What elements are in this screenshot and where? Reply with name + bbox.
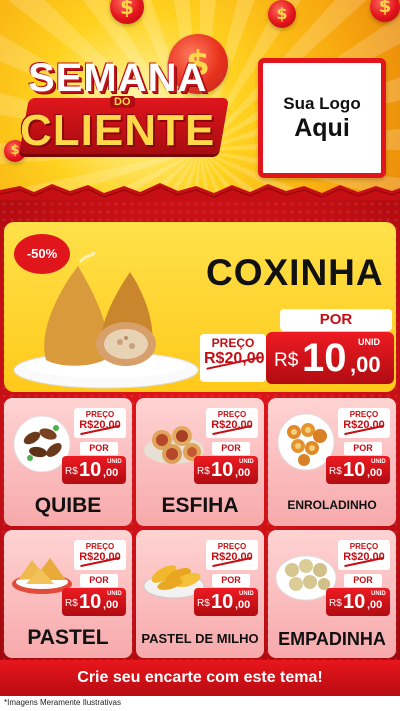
currency-symbol: R$ — [197, 466, 210, 477]
unit-label: UNID — [358, 337, 380, 347]
preco-label: PREÇO — [211, 336, 255, 350]
price-cents: ,00 — [235, 599, 251, 611]
campaign-title: SEMANA DO CLIENTE — [14, 56, 236, 168]
unit-label: UNID — [371, 459, 386, 465]
price-cents: ,00 — [103, 467, 119, 479]
currency-symbol: R$ — [65, 466, 78, 477]
discount-badge: -50% — [14, 234, 70, 274]
product-name: PASTEL DE MILHO — [141, 631, 259, 646]
new-price-tag: R$ 10 ,00 UNID — [266, 332, 394, 384]
unit-label: UNID — [371, 591, 386, 597]
product-card-pastel[interactable]: PREÇO R$20,00 POR R$ 10 ,00 UNID PASTEL — [4, 530, 132, 658]
preco-label: PREÇO — [349, 410, 379, 419]
old-price-tag: PREÇO R$20,00 — [74, 540, 126, 570]
title-semana: SEMANA — [28, 56, 208, 100]
old-price-tag: PREÇO R$20,00 — [74, 408, 126, 438]
price-integer: 10 — [211, 459, 234, 481]
product-name: ENROLADINHO — [287, 498, 377, 512]
new-price-tag: R$ 10 ,00 UNID — [62, 588, 126, 616]
currency-symbol: R$ — [65, 598, 78, 609]
price-cents: ,00 — [103, 599, 119, 611]
price-integer: 10 — [79, 459, 102, 481]
preco-label: PREÇO — [85, 542, 115, 551]
por-label: POR — [212, 574, 250, 587]
logo-line2: Aqui — [294, 113, 350, 142]
old-price-tag: PREÇO R$20,00 — [200, 334, 266, 382]
header-banner: $ $ $ $ $ SEMANA DO CLIENTE Sua Logo Aqu… — [0, 0, 400, 200]
old-price-tag: PREÇO R$20,00 — [206, 540, 258, 570]
preco-label: PREÇO — [217, 542, 247, 551]
title-cliente: CLIENTE — [20, 106, 216, 155]
unit-label: UNID — [107, 459, 122, 465]
por-label: POR — [344, 574, 382, 587]
por-label: POR — [280, 309, 392, 331]
old-price-tag: PREÇO R$20,00 — [338, 540, 390, 570]
preco-label: PREÇO — [217, 410, 247, 419]
unit-label: UNID — [239, 459, 254, 465]
new-price-tag: R$ 10 ,00 UNID — [62, 456, 126, 484]
unit-label: UNID — [239, 591, 254, 597]
unit-label: UNID — [107, 591, 122, 597]
price-cents: ,00 — [367, 599, 383, 611]
currency-symbol: R$ — [197, 598, 210, 609]
product-name: EMPADINHA — [278, 629, 386, 649]
product-card-empadinha[interactable]: PREÇO R$20,00 POR R$ 10 ,00 UNID EMPADIN… — [268, 530, 396, 658]
logo-line1: Sua Logo — [283, 93, 361, 113]
new-price-tag: R$ 10 ,00 UNID — [194, 456, 258, 484]
price-integer: 10 — [343, 591, 366, 613]
price-integer: 10 — [79, 591, 102, 613]
price-integer: 10 — [302, 336, 347, 380]
price-cents: ,00 — [235, 467, 251, 479]
product-card-quibe[interactable]: PREÇO R$20,00 POR R$ 10 ,00 UNID QUIBE — [4, 398, 132, 526]
featured-product-card[interactable]: -50% COXINHA PREÇO R$20,00 POR R$ 10 ,00… — [4, 222, 396, 392]
disclaimer-note: *Imagens Meramente Ilustrativas — [4, 698, 121, 707]
por-label: POR — [212, 442, 250, 455]
price-cents: ,00 — [350, 352, 381, 377]
old-price-tag: PREÇO R$20,00 — [338, 408, 390, 438]
product-card-esfiha[interactable]: PREÇO R$20,00 POR R$ 10 ,00 UNID ESFIHA — [136, 398, 264, 526]
new-price-tag: R$ 10 ,00 UNID — [326, 456, 390, 484]
featured-product-name: COXINHA — [206, 252, 384, 293]
preco-label: PREÇO — [85, 410, 115, 419]
old-price-tag: PREÇO R$20,00 — [206, 408, 258, 438]
currency-symbol: R$ — [274, 350, 299, 371]
new-price-tag: R$ 10 ,00 UNID — [194, 588, 258, 616]
por-label: POR — [80, 442, 118, 455]
new-price-tag: R$ 10 ,00 UNID — [326, 588, 390, 616]
price-integer: 10 — [343, 459, 366, 481]
price-integer: 10 — [211, 591, 234, 613]
por-label: POR — [344, 442, 382, 455]
coin-icon: $ — [268, 0, 296, 28]
cta-banner[interactable]: Crie seu encarte com este tema! — [0, 660, 400, 696]
product-card-pastel-de-milho[interactable]: PREÇO R$20,00 POR R$ 10 ,00 UNID PASTEL … — [136, 530, 264, 658]
product-name: ESFIHA — [161, 494, 239, 517]
preco-label: PREÇO — [349, 542, 379, 551]
product-name: QUIBE — [34, 494, 102, 517]
product-card-enroladinho[interactable]: PREÇO R$20,00 POR R$ 10 ,00 UNID ENROLAD… — [268, 398, 396, 526]
product-name: PASTEL — [27, 626, 109, 649]
currency-symbol: R$ — [329, 466, 342, 477]
currency-symbol: R$ — [329, 598, 342, 609]
price-cents: ,00 — [367, 467, 383, 479]
logo-placeholder[interactable]: Sua Logo Aqui — [258, 58, 386, 178]
por-label: POR — [80, 574, 118, 587]
